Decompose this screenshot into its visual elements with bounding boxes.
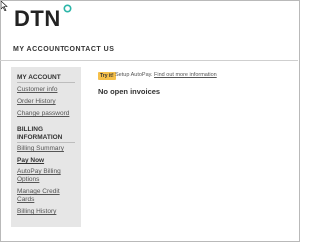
sidebar-divider xyxy=(17,82,75,83)
sidebar-item-customer-info[interactable]: Customer info xyxy=(17,86,77,94)
sidebar-item-pay-now[interactable]: Pay Now xyxy=(17,157,77,165)
invoice-status-message: No open invoices xyxy=(98,87,161,96)
try-it-badge: Try it! xyxy=(98,72,116,80)
autopay-info-link[interactable]: Find out more information xyxy=(154,72,217,78)
sidebar-divider xyxy=(17,142,75,143)
autopay-prompt: Setup AutoPay. Find out more information xyxy=(115,72,217,79)
sidebar-item-manage-credit-cards[interactable]: Manage Credit Cards xyxy=(17,188,77,204)
sidebar-item-change-password[interactable]: Change password xyxy=(17,110,77,118)
account-sidebar: MY ACCOUNT Customer info Order History C… xyxy=(11,67,81,227)
nav-contact-us[interactable]: CONTACT US xyxy=(64,46,114,53)
sidebar-heading-my-account: MY ACCOUNT xyxy=(17,74,61,81)
sidebar-item-order-history[interactable]: Order History xyxy=(17,98,77,106)
sidebar-item-billing-history[interactable]: Billing History xyxy=(17,208,77,216)
dtn-logo[interactable]: DTN xyxy=(14,6,61,32)
nav-my-account[interactable]: MY ACCOUNT xyxy=(13,46,65,53)
sidebar-item-billing-summary[interactable]: Billing Summary xyxy=(17,145,77,153)
logo-ring-icon xyxy=(63,4,72,13)
autopay-prompt-text: Setup AutoPay. xyxy=(115,72,153,78)
sidebar-heading-billing: BILLING INFORMATION xyxy=(17,126,63,141)
mouse-cursor-icon xyxy=(1,1,8,11)
top-navigation: MY ACCOUNT CONTACT US xyxy=(0,42,298,61)
sidebar-item-autopay-options[interactable]: AutoPay Billing Options xyxy=(17,168,77,184)
